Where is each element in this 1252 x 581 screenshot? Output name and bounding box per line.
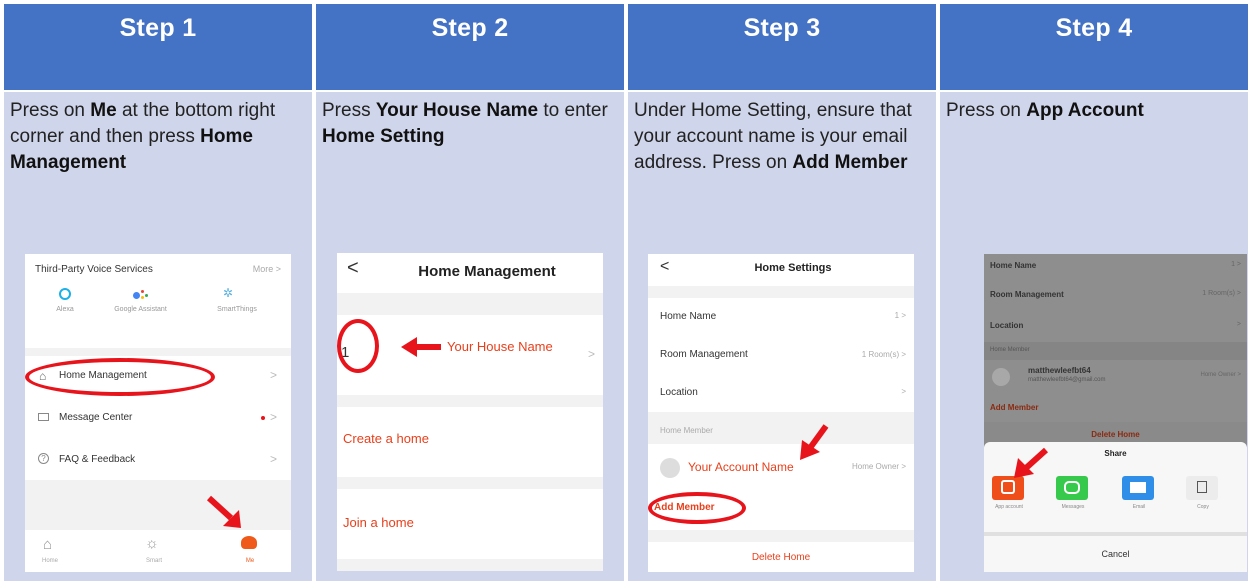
step-3-column: Step 3 Under Home Setting, ensure that y… [628,4,936,581]
smartthings-label: SmartThings [217,306,257,313]
divider [337,477,603,489]
menu-faq-feedback[interactable]: ? FAQ & Feedback > [25,440,291,480]
instruction-table: Step 1 Press on Me at the bottom right c… [4,4,1248,581]
highlight-circle [25,358,215,396]
messages-icon[interactable] [1056,476,1088,500]
avatar [660,458,680,478]
chevron-right-icon: > [269,410,277,424]
step-4-body: Press on App Account Home Name 1 > Room … [940,92,1248,581]
more-link[interactable]: More > [253,264,281,274]
room-management-row: Room Management 1 Room(s) > [984,278,1247,312]
step-2-screenshot: < Home Management 1 > Your House Name Cr… [337,253,603,571]
alexa-icon [59,288,71,300]
chevron-right-icon: > [269,368,277,382]
member-row: matthewleefbt64 matthewleefbt64@gmail.co… [984,360,1247,394]
step-2-title: Step 2 [431,14,509,42]
back-icon[interactable]: < [660,258,669,276]
smart-tab-icon[interactable]: ☼ [145,535,159,552]
voice-services-title: Third-Party Voice Services [35,264,153,275]
alexa-label: Alexa [56,306,74,313]
step-1-header: Step 1 [4,4,312,90]
back-icon[interactable]: < [347,257,359,280]
room-management-row[interactable]: Room Management 1 Room(s) > [648,336,914,374]
home-tab-icon[interactable]: ⌂ [43,536,52,553]
home-name-row[interactable]: Home Name 1 > [648,298,914,336]
step-4-column: Step 4 Press on App Account Home Name 1 … [940,4,1248,581]
add-member-row: Add Member [984,394,1247,422]
menu-message-center[interactable]: Message Center > [25,398,291,438]
account-row[interactable]: Your Account Name Home Owner > [648,444,914,490]
bottom-tab-bar: ⌂ Home ☼ Smart Me [25,530,291,572]
highlight-circle [648,492,746,524]
home-name-row: Home Name 1 > [984,254,1247,278]
message-icon [38,413,49,421]
step-1-screenshot: Third-Party Voice Services More > Alexa … [25,254,291,572]
member-header: Home Member [660,426,713,435]
red-arrow-icon [401,337,441,357]
step-3-header: Step 3 [628,4,936,90]
step-2-column: Step 2 Press Your House Name to enter Ho… [316,4,624,581]
red-arrow-icon [206,495,241,528]
highlight-circle [337,319,379,373]
cancel-button[interactable]: Cancel [984,536,1247,572]
screen-title: Home Management [418,263,556,280]
step-2-body: Press Your House Name to enter Home Sett… [316,92,624,581]
location-row: Location > [984,312,1247,342]
red-arrow-icon [800,424,829,460]
copy-icon[interactable] [1186,476,1218,500]
chevron-right-icon: > [269,452,277,466]
chevron-right-icon: > [587,347,595,361]
step-4-title: Step 4 [1055,14,1133,42]
step-3-title: Step 3 [743,14,821,42]
step-1-title: Step 1 [119,14,197,42]
create-home-row[interactable]: Create a home [337,407,603,477]
notification-dot [261,416,265,420]
step-3-screenshot: < Home Settings Home Name 1 > Room Manag… [648,254,914,572]
step-3-description: Under Home Setting, ensure that your acc… [634,100,912,173]
delete-home-label: Delete Home [1091,430,1140,439]
divider [25,348,291,356]
step-2-description: Press Your House Name to enter Home Sett… [322,100,608,147]
divider [337,293,603,315]
divider [337,559,603,571]
me-tab-icon[interactable] [241,536,257,549]
location-row[interactable]: Location > [648,374,914,412]
smartthings-icon: ✲ [223,286,234,300]
avatar [992,368,1010,386]
step-1-description: Press on Me at the bottom right corner a… [10,100,276,173]
step-1-column: Step 1 Press on Me at the bottom right c… [4,4,312,581]
step-1-body: Press on Me at the bottom right corner a… [4,92,312,581]
step-3-body: Under Home Setting, ensure that your acc… [628,92,936,581]
red-arrow-icon [1014,447,1049,478]
step-4-screenshot: Home Name 1 > Room Management 1 Room(s) … [984,254,1247,572]
divider [648,530,914,542]
divider [25,480,291,530]
delete-home-row[interactable]: Delete Home [648,542,914,572]
join-home-row[interactable]: Join a home [337,489,603,559]
step-4-header: Step 4 [940,4,1248,90]
member-header-bar: Home Member [648,412,914,444]
email-icon[interactable] [1122,476,1154,500]
your-house-name-label: Your House Name [447,339,553,354]
account-name: Your Account Name [688,460,794,474]
divider [648,286,914,298]
divider [337,395,603,407]
help-icon: ? [38,453,49,464]
step-4-description: Press on App Account [946,100,1144,121]
google-assistant-label: Google Assistant [114,306,167,313]
member-header-bar: Home Member [984,342,1247,360]
screen-title: Home Settings [754,262,832,274]
step-2-header: Step 2 [316,4,624,90]
